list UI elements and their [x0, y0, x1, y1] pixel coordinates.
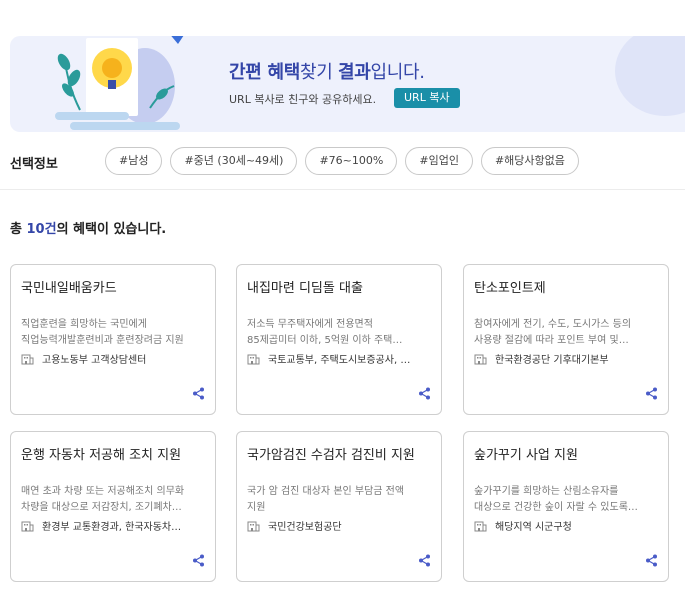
share-icon[interactable] [418, 387, 431, 400]
benefit-card-description-line: 국가 암 검진 대상자 본인 부담금 전액 [247, 486, 405, 497]
selection-tag: #해당사항없음 [480, 147, 579, 175]
banner-title-highlight-1: 간편 혜택 [229, 62, 301, 83]
result-count-prefix: 총 [10, 222, 27, 237]
selection-tag: #76~100% [305, 147, 398, 175]
selection-tag: #중년 (30세~49세) [170, 147, 298, 175]
share-icon[interactable] [192, 387, 205, 400]
benefit-card[interactable]: 탄소포인트제 참여자에게 전기, 수도, 도시가스 등의 사용량 절감에 따라 … [463, 264, 669, 415]
benefit-card-organization-name: 국민건강보험공단 [268, 522, 342, 533]
share-icon[interactable] [418, 554, 431, 567]
benefit-card-description: 매연 초과 차량 또는 저공해조치 의무화 차량을 대상으로 저감장치, 조기폐… [21, 484, 211, 516]
banner-title-middle: 찾기 [300, 62, 338, 83]
benefit-card-organization-name: 국토교통부, 주택도시보증공사, … [268, 355, 411, 366]
benefit-card[interactable]: 숲가꾸기 사업 지원 숲가꾸기를 희망하는 산림소유자를 대상으로 건강한 숲이… [463, 431, 669, 582]
benefit-card[interactable]: 국민내일배움카드 직업훈련을 희망하는 국민에게 직업능력개발훈련비과 훈련장려… [10, 264, 216, 415]
benefit-card-description-line: 저소득 무주택자에게 전용면적 [247, 319, 373, 330]
benefit-card-description: 직업훈련을 희망하는 국민에게 직업능력개발훈련비과 훈련장려금 지원 [21, 317, 211, 349]
section-divider [0, 189, 685, 190]
selection-tag-list: #남성 #중년 (30세~49세) #76~100% #임업인 #해당사항없음 [105, 147, 579, 175]
building-icon [247, 521, 260, 532]
benefit-card-description-line: 차량을 대상으로 저감장치, 조기폐차… [21, 502, 182, 513]
benefit-card-organization: 환경부 교통환경과, 한국자동차… [21, 518, 211, 533]
benefit-card[interactable]: 운행 자동차 저공해 조치 지원 매연 초과 차량 또는 저공해조치 의무화 차… [10, 431, 216, 582]
benefit-card-organization-name: 해당지역 시군구청 [495, 522, 572, 533]
result-banner: 간편 혜택찾기 결과입니다. URL 복사로 친구와 공유하세요. URL 복사 [10, 36, 685, 132]
benefit-card-description: 숲가꾸기를 희망하는 산림소유자를 대상으로 건강한 숲이 자랄 수 있도록… [474, 484, 664, 516]
benefit-card-title[interactable]: 숲가꾸기 사업 지원 [474, 444, 578, 463]
result-count: 총 10건의 혜택이 있습니다. [10, 218, 166, 237]
benefit-card-title[interactable]: 국민내일배움카드 [21, 277, 117, 296]
banner-decoration [615, 36, 685, 116]
benefit-card-organization-name: 고용노동부 고객상담센터 [42, 355, 147, 366]
banner-title-highlight-2: 결과 [337, 62, 371, 83]
selection-tag: #남성 [105, 147, 163, 175]
benefit-card-organization: 해당지역 시군구청 [474, 518, 664, 533]
building-icon [247, 354, 260, 365]
benefit-card[interactable]: 국가암검진 수검자 검진비 지원 국가 암 검진 대상자 본인 부담금 전액 지… [236, 431, 442, 582]
share-icon[interactable] [645, 554, 658, 567]
share-icon[interactable] [645, 387, 658, 400]
benefit-card-description-line: 85제곱미터 이하, 5억원 이하 주택… [247, 335, 403, 346]
benefit-card-organization-name: 한국환경공단 기후대기본부 [495, 355, 609, 366]
benefit-card-description-line: 숲가꾸기를 희망하는 산림소유자를 [474, 486, 619, 497]
benefit-card-description-line: 대상으로 건강한 숲이 자랄 수 있도록… [474, 502, 638, 513]
banner-title: 간편 혜택찾기 결과입니다. [229, 58, 425, 84]
building-icon [21, 354, 34, 365]
banner-title-end: 입니다. [370, 62, 426, 83]
result-count-suffix: 의 혜택이 있습니다. [56, 222, 167, 237]
benefit-card-description-line: 직업훈련을 희망하는 국민에게 [21, 319, 147, 330]
selection-tag: #임업인 [405, 147, 473, 175]
benefit-card-title[interactable]: 국가암검진 수검자 검진비 지원 [247, 444, 415, 463]
benefit-card-description-line: 직업능력개발훈련비과 훈련장려금 지원 [21, 335, 184, 346]
benefit-card-description: 국가 암 검진 대상자 본인 부담금 전액 지원 [247, 484, 437, 516]
benefit-card-organization: 한국환경공단 기후대기본부 [474, 351, 664, 366]
url-copy-button[interactable]: URL 복사 [394, 88, 460, 108]
benefit-card-organization: 국민건강보험공단 [247, 518, 437, 533]
benefit-card-description-line: 매연 초과 차량 또는 저공해조치 의무화 [21, 486, 185, 497]
lightbulb-illustration [55, 36, 184, 130]
banner-subtitle: URL 복사로 친구와 공유하세요. [229, 93, 377, 106]
result-count-number: 10건 [26, 222, 57, 237]
benefit-card[interactable]: 내집마련 디딤돌 대출 저소득 무주택자에게 전용면적 85제곱미터 이하, 5… [236, 264, 442, 415]
benefit-card-organization: 고용노동부 고객상담센터 [21, 351, 211, 366]
benefit-card-description: 참여자에게 전기, 수도, 도시가스 등의 사용량 절감에 따라 포인트 부여 … [474, 317, 664, 349]
building-icon [21, 521, 34, 532]
benefit-card-organization-name: 환경부 교통환경과, 한국자동차… [42, 522, 182, 533]
share-icon[interactable] [192, 554, 205, 567]
building-icon [474, 521, 487, 532]
benefit-card-description: 저소득 무주택자에게 전용면적 85제곱미터 이하, 5억원 이하 주택… [247, 317, 437, 349]
benefit-card-description-line: 사용량 절감에 따라 포인트 부여 및… [474, 335, 629, 346]
benefit-card-description-line: 참여자에게 전기, 수도, 도시가스 등의 [474, 319, 632, 330]
building-icon [474, 354, 487, 365]
benefit-card-organization: 국토교통부, 주택도시보증공사, … [247, 351, 437, 366]
benefit-card-title[interactable]: 탄소포인트제 [474, 277, 546, 296]
selection-info-label: 선택정보 [10, 157, 58, 172]
benefit-card-title[interactable]: 내집마련 디딤돌 대출 [247, 277, 363, 296]
benefit-card-title[interactable]: 운행 자동차 저공해 조치 지원 [21, 444, 181, 463]
benefit-card-description-line: 지원 [247, 502, 266, 513]
